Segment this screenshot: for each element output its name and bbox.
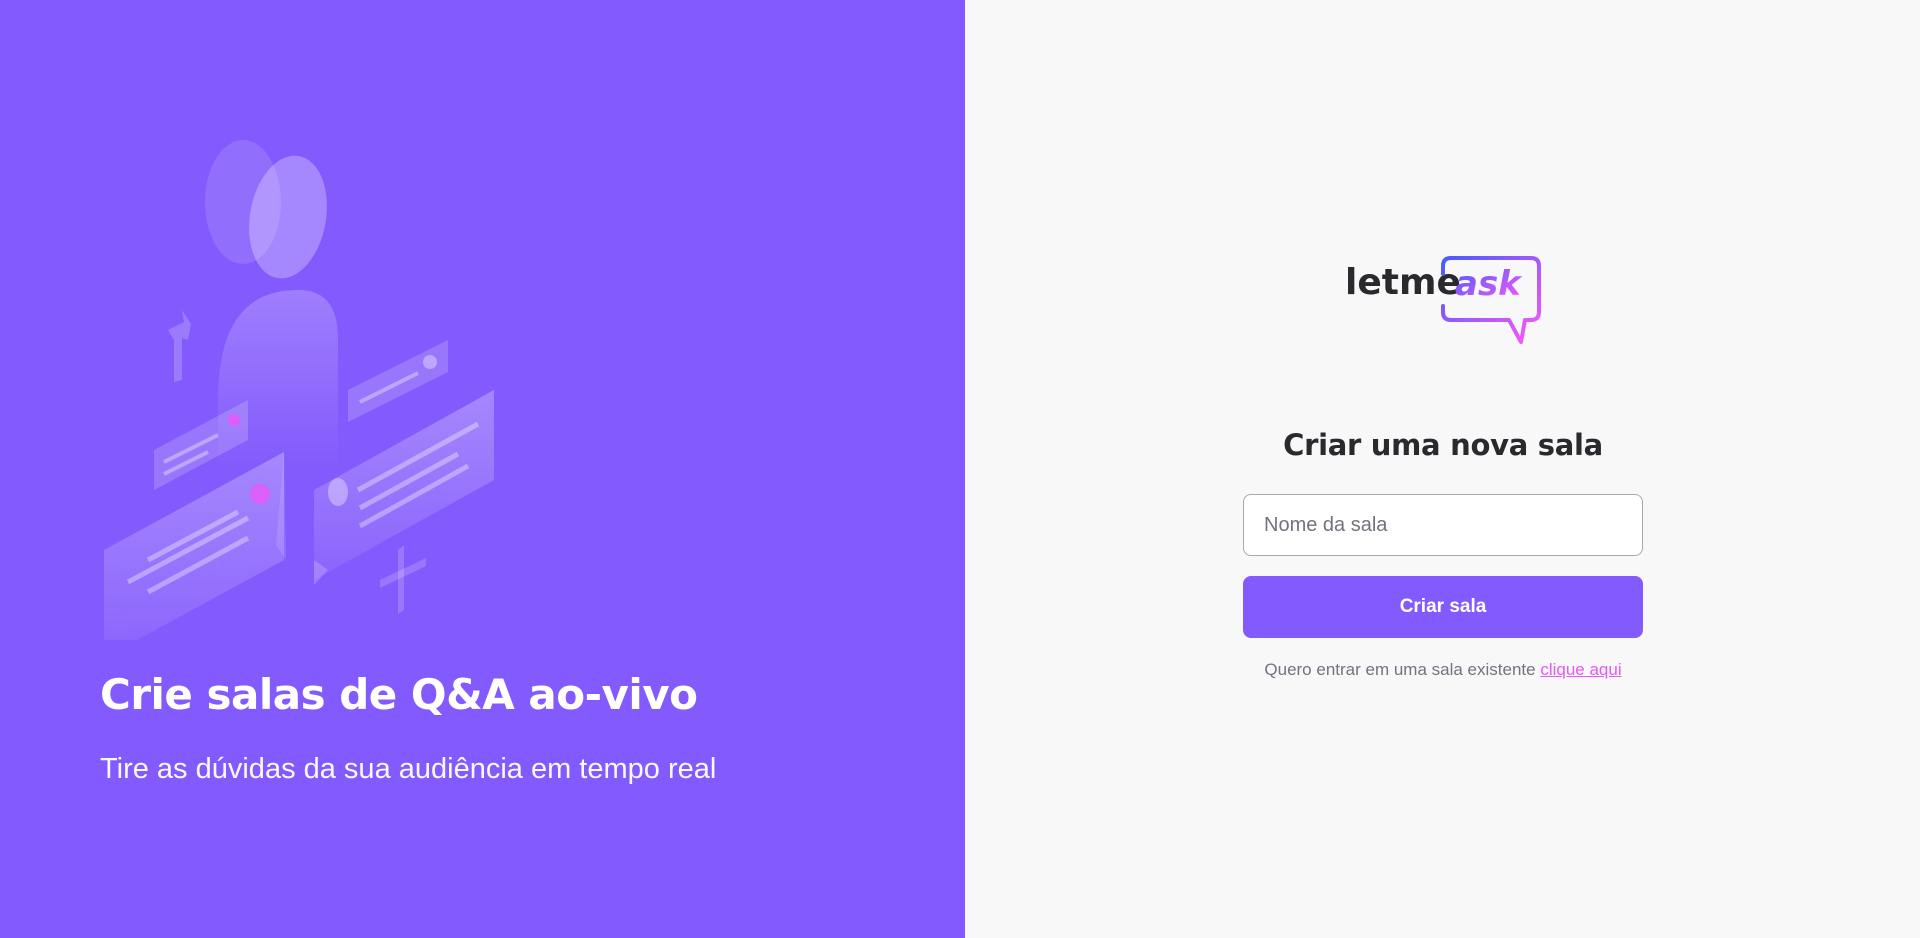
join-room-link[interactable]: clique aqui [1540,660,1621,679]
create-room-button[interactable]: Criar sala [1243,576,1643,638]
join-room-text: Quero entrar em uma sala existente cliqu… [1264,660,1621,680]
room-name-input[interactable] [1243,494,1643,556]
form-title: Criar uma nova sala [1283,428,1603,462]
hero-title: Crie salas de Q&A ao-vivo [100,670,698,719]
hero-panel: Crie salas de Q&A ao-vivo Tire as dúvida… [0,0,965,938]
join-room-label: Quero entrar em uma sala existente [1264,660,1536,679]
main-panel: letme ask Criar uma nova sala Criar sala… [965,0,1920,938]
create-room-form: letme ask Criar uma nova sala Criar sala… [1243,250,1643,680]
people-chat-illustration [104,140,494,640]
logo-ask-text: ask [1455,264,1523,304]
hero-subtitle: Tire as dúvidas da sua audiência em temp… [100,753,717,785]
letmeask-logo: letme ask [1345,256,1541,344]
